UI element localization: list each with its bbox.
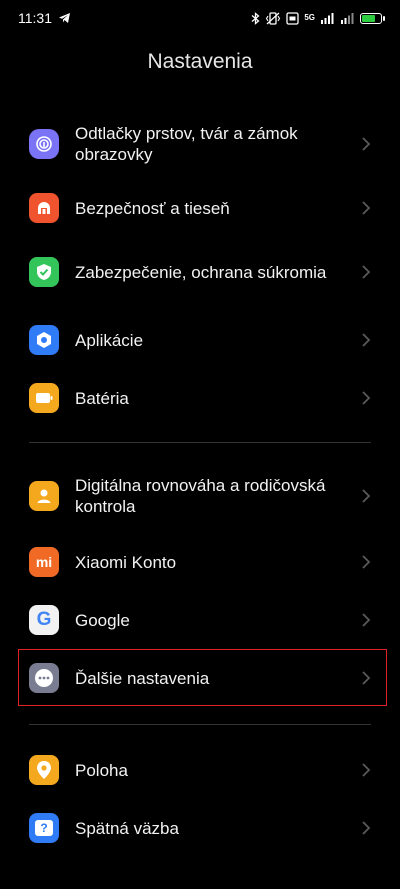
vibrate-icon [266, 11, 281, 25]
settings-item-apps[interactable]: Aplikácie [0, 316, 400, 364]
settings-item-google[interactable]: G Google [0, 596, 400, 644]
battery-icon [29, 383, 59, 413]
chevron-right-icon [362, 333, 371, 347]
chevron-right-icon [362, 555, 371, 569]
section-divider [29, 442, 371, 443]
settings-item-label: Aplikácie [75, 330, 144, 350]
chevron-right-icon [362, 391, 371, 405]
google-logo-icon: G [29, 605, 59, 635]
settings-item-label: Digitálna rovnováha a rodičovská kontrol… [75, 476, 326, 516]
settings-item-fingerprint[interactable]: Odtlačky prstov, tvár a zámok obrazovky [0, 120, 400, 168]
settings-item-label: Xiaomi Konto [75, 552, 177, 572]
signal-icon-2 [341, 13, 354, 24]
chevron-right-icon [362, 489, 371, 503]
battery-icon [360, 12, 385, 24]
settings-item-label: Zabezpečenie, ochrana súkromia [75, 262, 327, 282]
settings-item-privacy[interactable]: Zabezpečenie, ochrana súkromia [0, 248, 400, 296]
settings-item-wellbeing[interactable]: Digitálna rovnováha a rodičovská kontrol… [0, 472, 400, 520]
person-icon [29, 481, 59, 511]
page-title: Nastavenia [147, 50, 253, 73]
bluetooth-icon [251, 11, 260, 25]
location-pin-icon [29, 755, 59, 785]
settings-item-security[interactable]: Bezpečnosť a tieseň [0, 184, 400, 232]
sim-icon [286, 11, 299, 25]
xiaomi-logo-icon: mi [29, 547, 59, 577]
feedback-icon: ? [29, 813, 59, 843]
chevron-right-icon [362, 613, 371, 627]
settings-item-xiaomi-account[interactable]: mi Xiaomi Konto [0, 538, 400, 586]
chevron-right-icon [362, 201, 371, 215]
highlight-box [18, 649, 387, 706]
settings-item-label: Odtlačky prstov, tvár a zámok obrazovky [75, 124, 298, 164]
chevron-right-icon [362, 763, 371, 777]
settings-item-location[interactable]: Poloha [0, 746, 400, 794]
chevron-right-icon [362, 821, 371, 835]
apps-icon [29, 325, 59, 355]
emergency-icon [29, 193, 59, 223]
status-bar: 11:31 5G [0, 0, 400, 36]
telegram-icon [59, 13, 70, 23]
chevron-right-icon [362, 137, 371, 151]
settings-item-label: Bezpečnosť a tieseň [75, 198, 230, 218]
settings-item-label: Spätná väzba [75, 818, 179, 838]
section-divider [29, 724, 371, 725]
fingerprint-icon [29, 129, 59, 159]
settings-item-label: Google [75, 610, 130, 630]
signal-icon [321, 13, 334, 24]
settings-item-battery[interactable]: Batéria [0, 374, 400, 422]
status-time: 11:31 [18, 10, 52, 26]
network-type: 5G [304, 13, 315, 22]
settings-item-feedback[interactable]: ? Spätná väzba [0, 804, 400, 852]
settings-item-label: Poloha [75, 760, 128, 780]
settings-item-label: Batéria [75, 388, 129, 408]
chevron-right-icon [362, 265, 371, 279]
shield-check-icon [29, 257, 59, 287]
